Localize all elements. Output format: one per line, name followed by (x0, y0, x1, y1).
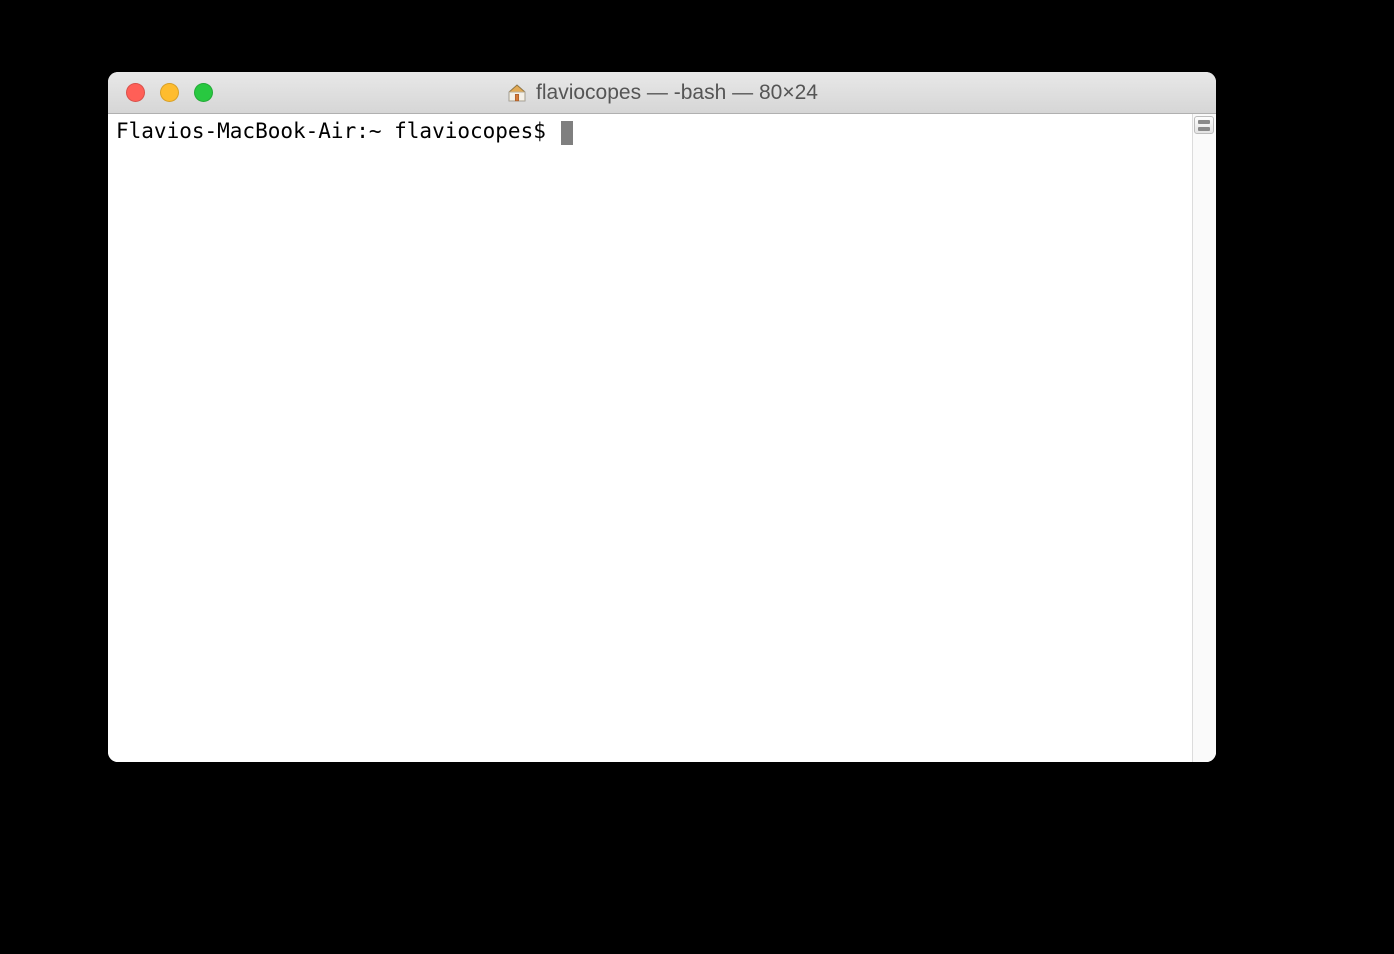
terminal-body: Flavios-MacBook-Air:~ flaviocopes$ (108, 114, 1216, 762)
terminal-window: flaviocopes — -bash — 80×24 Flavios-MacB… (108, 72, 1216, 762)
terminal-content[interactable]: Flavios-MacBook-Air:~ flaviocopes$ (108, 114, 1192, 762)
titlebar[interactable]: flaviocopes — -bash — 80×24 (108, 72, 1216, 114)
home-icon (506, 82, 528, 104)
minimize-button[interactable] (160, 83, 179, 102)
title-content: flaviocopes — -bash — 80×24 (108, 81, 1216, 105)
close-button[interactable] (126, 83, 145, 102)
scrollbar[interactable] (1192, 114, 1216, 762)
zoom-button[interactable] (194, 83, 213, 102)
scroll-indicator-icon[interactable] (1194, 116, 1214, 134)
shell-prompt: Flavios-MacBook-Air:~ flaviocopes$ (116, 119, 559, 143)
window-title: flaviocopes — -bash — 80×24 (536, 81, 818, 105)
traffic-lights (108, 83, 213, 102)
cursor (561, 121, 573, 145)
